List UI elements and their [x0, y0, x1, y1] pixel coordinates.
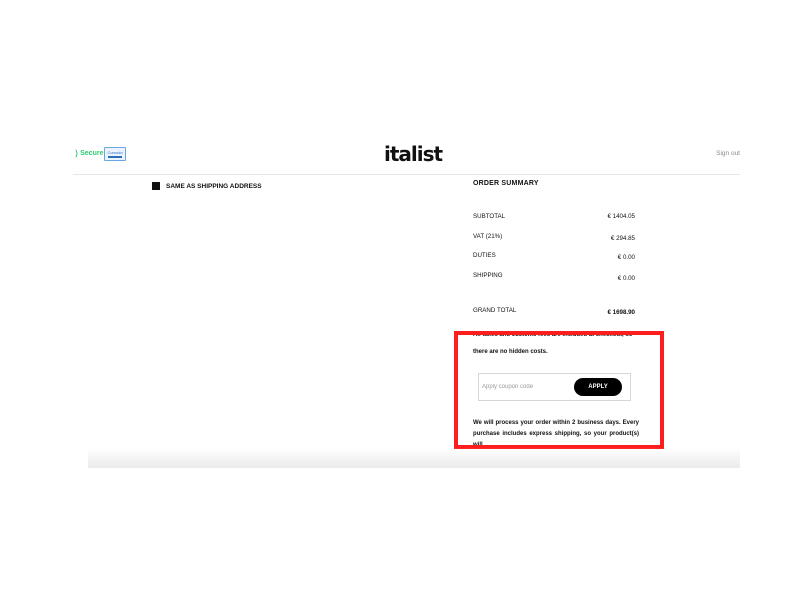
summary-row-value: € 1404.05	[607, 213, 635, 220]
secure-label: Secure	[80, 150, 104, 157]
summary-row-subtotal: SUBTOTAL € 1404.05	[473, 213, 635, 220]
grand-total-label: GRAND TOTAL	[473, 307, 517, 314]
summary-row-label: VAT (21%)	[473, 233, 503, 240]
hidden-costs-text: there are no hidden costs.	[473, 349, 548, 355]
summary-row-grand-total: GRAND TOTAL € 1698.90	[473, 307, 635, 316]
top-header: ⟩ Secure Comodo italist Sign out	[73, 138, 740, 175]
same-as-shipping-label: SAME AS SHIPPING ADDRESS	[166, 182, 262, 190]
apply-coupon-button[interactable]: APPLY	[574, 378, 622, 396]
summary-row-value: € 0.00	[617, 275, 635, 282]
highlighted-coupon-section: All taxes and customs fees are included …	[454, 331, 664, 449]
grand-total-value: € 1698.90	[607, 309, 635, 316]
secure-indicator: ⟩ Secure	[75, 149, 103, 158]
summary-row-label: DUTIES	[473, 252, 496, 259]
summary-row-value: € 294.85	[610, 235, 635, 242]
order-summary-title: ORDER SUMMARY	[473, 180, 539, 187]
site-logo[interactable]: italist	[384, 142, 443, 166]
coupon-form: APPLY	[478, 373, 631, 401]
coupon-code-input[interactable]	[482, 380, 570, 394]
summary-row-label: SUBTOTAL	[473, 213, 506, 220]
summary-row-shipping: SHIPPING € 0.00	[473, 272, 635, 282]
same-as-shipping-checkbox[interactable]	[152, 182, 160, 190]
security-badge-text: Comodo	[107, 150, 123, 155]
same-as-shipping-option[interactable]: SAME AS SHIPPING ADDRESS	[152, 182, 262, 190]
security-badge-icon: Comodo	[104, 147, 126, 161]
sign-out-link[interactable]: Sign out	[716, 150, 740, 157]
lock-icon: ⟩	[75, 149, 79, 158]
summary-row-vat: VAT (21%) € 294.85	[473, 233, 635, 242]
page-bottom-fade	[88, 448, 740, 468]
summary-row-value: € 0.00	[617, 254, 635, 261]
processing-notice: We will process your order within 2 busi…	[473, 420, 639, 448]
summary-row-duties: DUTIES € 0.00	[473, 252, 635, 261]
summary-row-label: SHIPPING	[473, 272, 503, 279]
order-summary: ORDER SUMMARY SUBTOTAL € 1404.05 VAT (21…	[473, 180, 635, 316]
taxes-notice-cutoff: All taxes and customs fees are included …	[473, 332, 633, 338]
